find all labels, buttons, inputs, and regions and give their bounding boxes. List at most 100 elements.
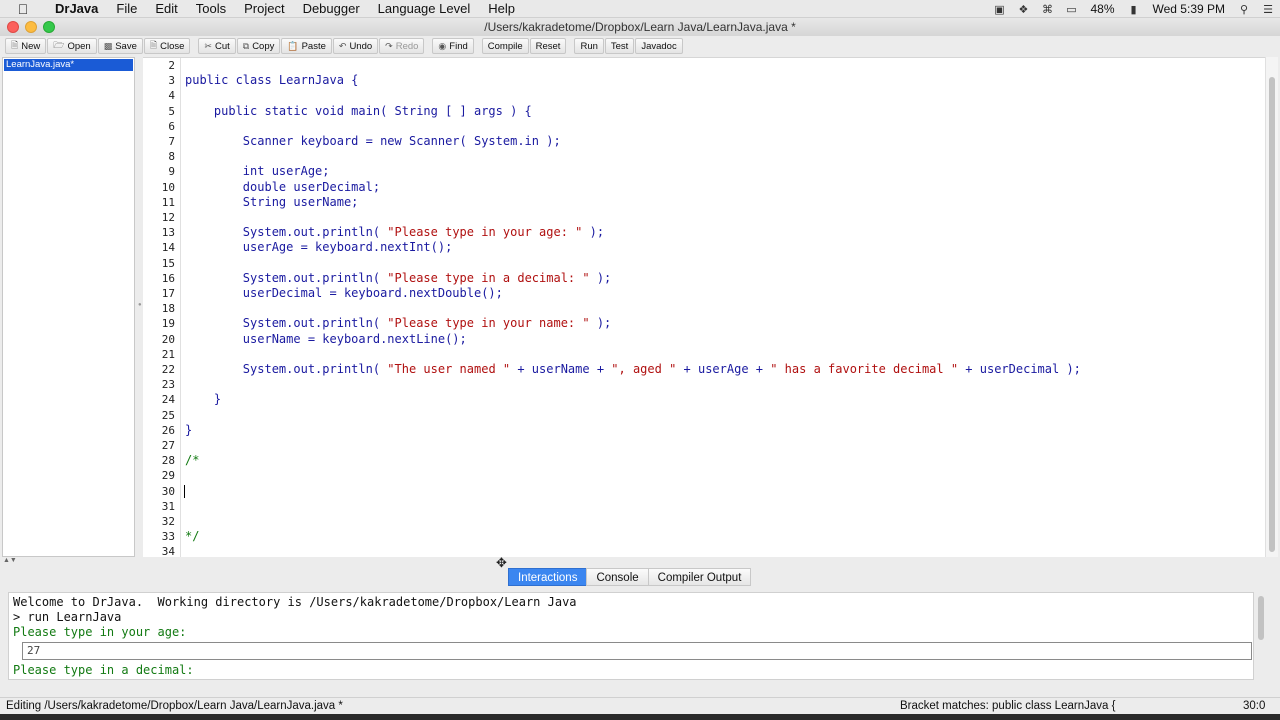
menu-language-level[interactable]: Language Level: [369, 1, 480, 16]
line-number: 16: [161, 271, 175, 285]
editor-scroll-thumb[interactable]: [1269, 77, 1275, 552]
code-line[interactable]: double userDecimal;: [185, 180, 380, 194]
status-menu-area: ▣ ❖ ⌘ ▭ 48% ▮ Wed 5:39 PM ⚲ ☰: [987, 0, 1280, 18]
code-line[interactable]: String userName;: [185, 195, 359, 209]
editor-vertical-scrollbar[interactable]: [1265, 57, 1278, 557]
notification-center-icon[interactable]: ☰: [1256, 3, 1280, 16]
line-number: 9: [168, 165, 175, 179]
code-line[interactable]: userName = keyboard.nextLine();: [185, 332, 467, 346]
status-bracket-match: Bracket matches: public class LearnJava …: [900, 700, 1116, 712]
menu-help[interactable]: Help: [479, 1, 524, 16]
horizontal-splitter[interactable]: ▲▼ ✥: [0, 555, 1280, 570]
code-line[interactable]: */: [185, 529, 199, 543]
bottom-edge: [0, 714, 1280, 720]
line-number: 34: [161, 545, 175, 557]
close-button[interactable]: 🗎 Close: [143, 38, 191, 54]
code-line[interactable]: System.out.println( "Please type in your…: [185, 316, 611, 330]
paste-button[interactable]: 📋 Paste: [281, 38, 332, 54]
code-line[interactable]: /*: [185, 453, 199, 467]
apple-icon[interactable]: : [0, 1, 46, 17]
wifi-icon[interactable]: ⌘: [1035, 3, 1059, 16]
window-title: /Users/kakradetome/Dropbox/Learn Java/Le…: [484, 20, 796, 34]
window-controls: [7, 21, 55, 33]
menu-project[interactable]: Project: [235, 1, 293, 16]
line-number: 19: [161, 317, 175, 331]
clock[interactable]: Wed 5:39 PM: [1146, 2, 1232, 16]
line-number: 10: [161, 180, 175, 194]
scissors-icon: ✂: [204, 40, 212, 51]
line-number: 24: [161, 393, 175, 407]
collapse-arrows-icon[interactable]: ▲▼: [3, 557, 17, 564]
code-line[interactable]: userDecimal = keyboard.nextDouble();: [185, 286, 503, 300]
window-title-bar: /Users/kakradetome/Dropbox/Learn Java/Le…: [0, 18, 1280, 36]
line-number: 33: [161, 530, 175, 544]
run-command-line: > run LearnJava: [13, 610, 122, 624]
string-literal: "Please type in your age: ": [387, 225, 583, 240]
javadoc-button[interactable]: Javadoc: [635, 38, 683, 54]
close-window-button[interactable]: [7, 21, 19, 33]
open-label: Open: [67, 40, 91, 52]
tab-compiler-output[interactable]: Compiler Output: [647, 568, 752, 586]
line-number: 18: [161, 302, 175, 316]
line-number: 26: [161, 423, 175, 437]
compile-button[interactable]: Compile: [481, 38, 529, 54]
undo-button[interactable]: ↶ Undo: [332, 38, 379, 54]
redo-button[interactable]: ↷ Redo: [379, 38, 425, 54]
new-button[interactable]: 🗎 New: [5, 38, 47, 54]
line-number: 21: [161, 347, 175, 361]
save-button[interactable]: ▩ Save: [97, 38, 143, 54]
menu-tools[interactable]: Tools: [187, 1, 235, 16]
open-button[interactable]: 🗁 Open: [47, 38, 97, 54]
open-folder-icon: 🗁: [53, 40, 65, 50]
string-literal: ", aged ": [611, 362, 677, 376]
battery-percent[interactable]: 48%: [1083, 2, 1121, 16]
interactions-scrollbar[interactable]: [1256, 594, 1266, 642]
document-list-item-learnjava[interactable]: LearnJava.java*: [4, 59, 133, 71]
cut-button[interactable]: ✂ Cut: [198, 38, 236, 54]
zoom-window-button[interactable]: [43, 21, 55, 33]
copy-button[interactable]: ⧉ Copy: [236, 38, 281, 54]
reset-button[interactable]: Reset: [529, 38, 567, 54]
code-editor[interactable]: 2 3 4 5 6 7 8 9 10 11 12 13 14 15 16 17 18 19 20 21 22 23 24 25…: [143, 57, 1265, 557]
menu-debugger[interactable]: Debugger: [294, 1, 369, 16]
line-number: 3: [168, 74, 175, 88]
tab-interactions[interactable]: Interactions: [508, 568, 588, 586]
code-line[interactable]: System.out.println( "Please type in your…: [185, 225, 604, 239]
screen-record-icon[interactable]: ▣: [987, 3, 1011, 16]
interactions-scroll-thumb[interactable]: [1258, 596, 1264, 640]
code-line[interactable]: Scanner keyboard = new Scanner( System.i…: [185, 134, 561, 148]
minimize-window-button[interactable]: [25, 21, 37, 33]
test-button[interactable]: Test: [604, 38, 635, 54]
console-input-field[interactable]: 27: [22, 642, 1252, 660]
dropbox-icon[interactable]: ❖: [1011, 3, 1035, 16]
code-line[interactable]: }: [185, 423, 192, 437]
console-input-value: 27: [27, 644, 41, 657]
interactions-pane[interactable]: Welcome to DrJava. Working directory is …: [8, 592, 1254, 680]
resize-handle-icon[interactable]: ✥: [496, 555, 507, 571]
line-number: 13: [161, 226, 175, 240]
code-line[interactable]: }: [185, 392, 221, 406]
tab-console[interactable]: Console: [586, 568, 649, 586]
line-number: 4: [168, 89, 175, 103]
menu-edit[interactable]: Edit: [146, 1, 186, 16]
code-line[interactable]: int userAge;: [185, 164, 330, 178]
code-line[interactable]: public class LearnJava {: [185, 73, 358, 87]
new-label: New: [21, 40, 41, 52]
spotlight-search-icon[interactable]: ⚲: [1232, 3, 1256, 16]
string-literal: "The user named ": [387, 362, 511, 376]
code-line[interactable]: public static void main( String [ ] args…: [185, 104, 532, 118]
document-list-pane: LearnJava.java*: [2, 57, 135, 557]
code-line[interactable]: System.out.println( "Please type in a de…: [185, 271, 611, 285]
code-line[interactable]: userAge = keyboard.nextInt();: [185, 240, 453, 254]
menu-file[interactable]: File: [107, 1, 146, 16]
line-number: 12: [161, 211, 175, 224]
run-button[interactable]: Run: [574, 38, 604, 54]
airplay-icon[interactable]: ▭: [1059, 3, 1083, 16]
code-line[interactable]: System.out.println( "The user named " + …: [185, 362, 1081, 376]
line-number: 7: [168, 135, 175, 148]
find-button[interactable]: ◉ Find: [432, 38, 474, 54]
string-literal: " has a favorite decimal ": [770, 362, 959, 376]
new-file-icon: 🗎: [11, 40, 19, 50]
menu-app-drjava[interactable]: DrJava: [46, 1, 107, 16]
battery-icon[interactable]: ▮: [1122, 3, 1146, 16]
